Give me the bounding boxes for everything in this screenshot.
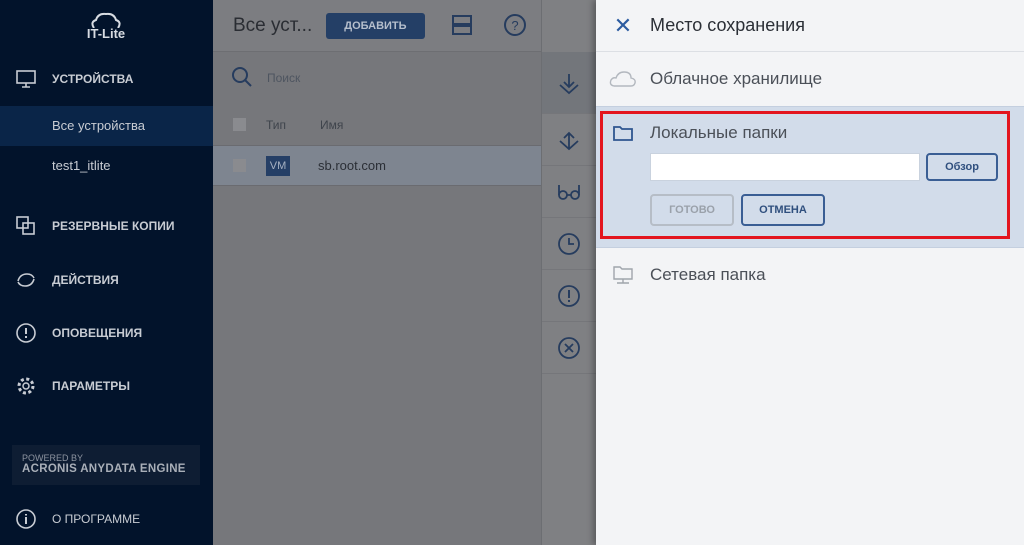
devices-main: Все уст... ДОБАВИТЬ ? Поиск Тип Имя VM s…: [213, 0, 580, 545]
network-folder-icon: [596, 265, 650, 285]
powered-by-badge: POWERED BY ACRONIS ANYDATA ENGINE: [12, 445, 200, 485]
row-checkbox[interactable]: [233, 159, 246, 172]
nav-label: ДЕЙСТВИЯ: [52, 273, 119, 287]
glasses-icon[interactable]: [542, 166, 596, 218]
nav-backups[interactable]: РЕЗЕРВНЫЕ КОПИИ: [0, 211, 213, 241]
close-icon[interactable]: ✕: [596, 13, 650, 39]
info-icon: [0, 508, 52, 530]
nav-label: УСТРОЙСТВА: [52, 72, 134, 86]
monitor-icon: [0, 70, 52, 88]
path-input[interactable]: [650, 153, 920, 181]
table-header: Тип Имя: [213, 104, 541, 146]
alert-icon[interactable]: [542, 270, 596, 322]
nav-label: ПАРАМЕТРЫ: [52, 379, 130, 393]
nav-actions[interactable]: ДЕЙСТВИЯ: [0, 265, 213, 295]
sidebar-item-test1[interactable]: test1_itlite: [0, 146, 213, 186]
done-button[interactable]: ГОТОВО: [650, 194, 734, 226]
nav-settings[interactable]: ПАРАМЕТРЫ: [0, 371, 213, 401]
help-icon[interactable]: ?: [503, 13, 527, 37]
nav-about[interactable]: О ПРОГРАММЕ: [0, 504, 213, 534]
cancel-button[interactable]: ОТМЕНА: [741, 194, 825, 226]
gear-icon: [0, 375, 52, 397]
it-lite-logo[interactable]: IT-Lite: [84, 12, 128, 42]
browse-button[interactable]: Обзор: [926, 153, 998, 181]
engine-name: ACRONIS ANYDATA ENGINE: [22, 463, 186, 475]
option-label: Облачное хранилище: [650, 69, 823, 88]
nav-label: О ПРОГРАММЕ: [52, 512, 141, 526]
backup-icon[interactable]: [542, 114, 596, 166]
alert-icon: [0, 322, 52, 344]
clock-icon[interactable]: [542, 218, 596, 270]
backup-location-panel: ✕ Место сохранения Облачное хранилище Ло…: [596, 0, 1024, 545]
option-label: Сетевая папка: [650, 265, 766, 284]
device-name: sb.root.com: [318, 158, 386, 173]
col-type: Тип: [266, 117, 287, 132]
sidebar-item-all-devices[interactable]: Все устройства: [0, 106, 213, 146]
action-column: [541, 0, 596, 545]
copies-icon: [0, 216, 52, 236]
nav-label: ОПОВЕЩЕНИЯ: [52, 326, 143, 340]
panel-title: Место сохранения: [650, 15, 805, 35]
powered-by-text: POWERED BY: [22, 453, 84, 463]
search-bar[interactable]: Поиск: [213, 52, 541, 104]
cloud-icon: [596, 70, 650, 88]
recover-icon[interactable]: [542, 52, 596, 114]
table-row[interactable]: VM sb.root.com: [213, 146, 541, 186]
add-button[interactable]: ДОБАВИТЬ: [326, 12, 425, 39]
search-input[interactable]: Поиск: [267, 71, 300, 85]
delete-icon[interactable]: [542, 322, 596, 374]
option-network-folder[interactable]: Сетевая папка: [596, 248, 1024, 302]
option-local-folders[interactable]: Локальные папки Обзор ГОТОВО ОТМЕНА: [596, 106, 1024, 248]
sync-icon: [0, 271, 52, 289]
logo-text: IT-Lite: [86, 26, 126, 41]
select-all-checkbox[interactable]: [233, 118, 246, 131]
option-cloud-storage[interactable]: Облачное хранилище: [596, 52, 1024, 106]
vm-icon: VM: [266, 155, 290, 176]
search-icon: [231, 66, 253, 91]
nav-devices[interactable]: УСТРОЙСТВА: [0, 64, 213, 94]
page-title: Все уст...: [233, 14, 313, 36]
col-name: Имя: [320, 117, 344, 132]
svg-text:?: ?: [511, 18, 518, 33]
sidebar: IT-Lite УСТРОЙСТВА Все устройства test1_…: [0, 0, 213, 545]
nav-alerts[interactable]: ОПОВЕЩЕНИЯ: [0, 318, 213, 348]
nav-label: РЕЗЕРВНЫЕ КОПИИ: [52, 219, 175, 233]
layout-icon[interactable]: [451, 13, 473, 37]
